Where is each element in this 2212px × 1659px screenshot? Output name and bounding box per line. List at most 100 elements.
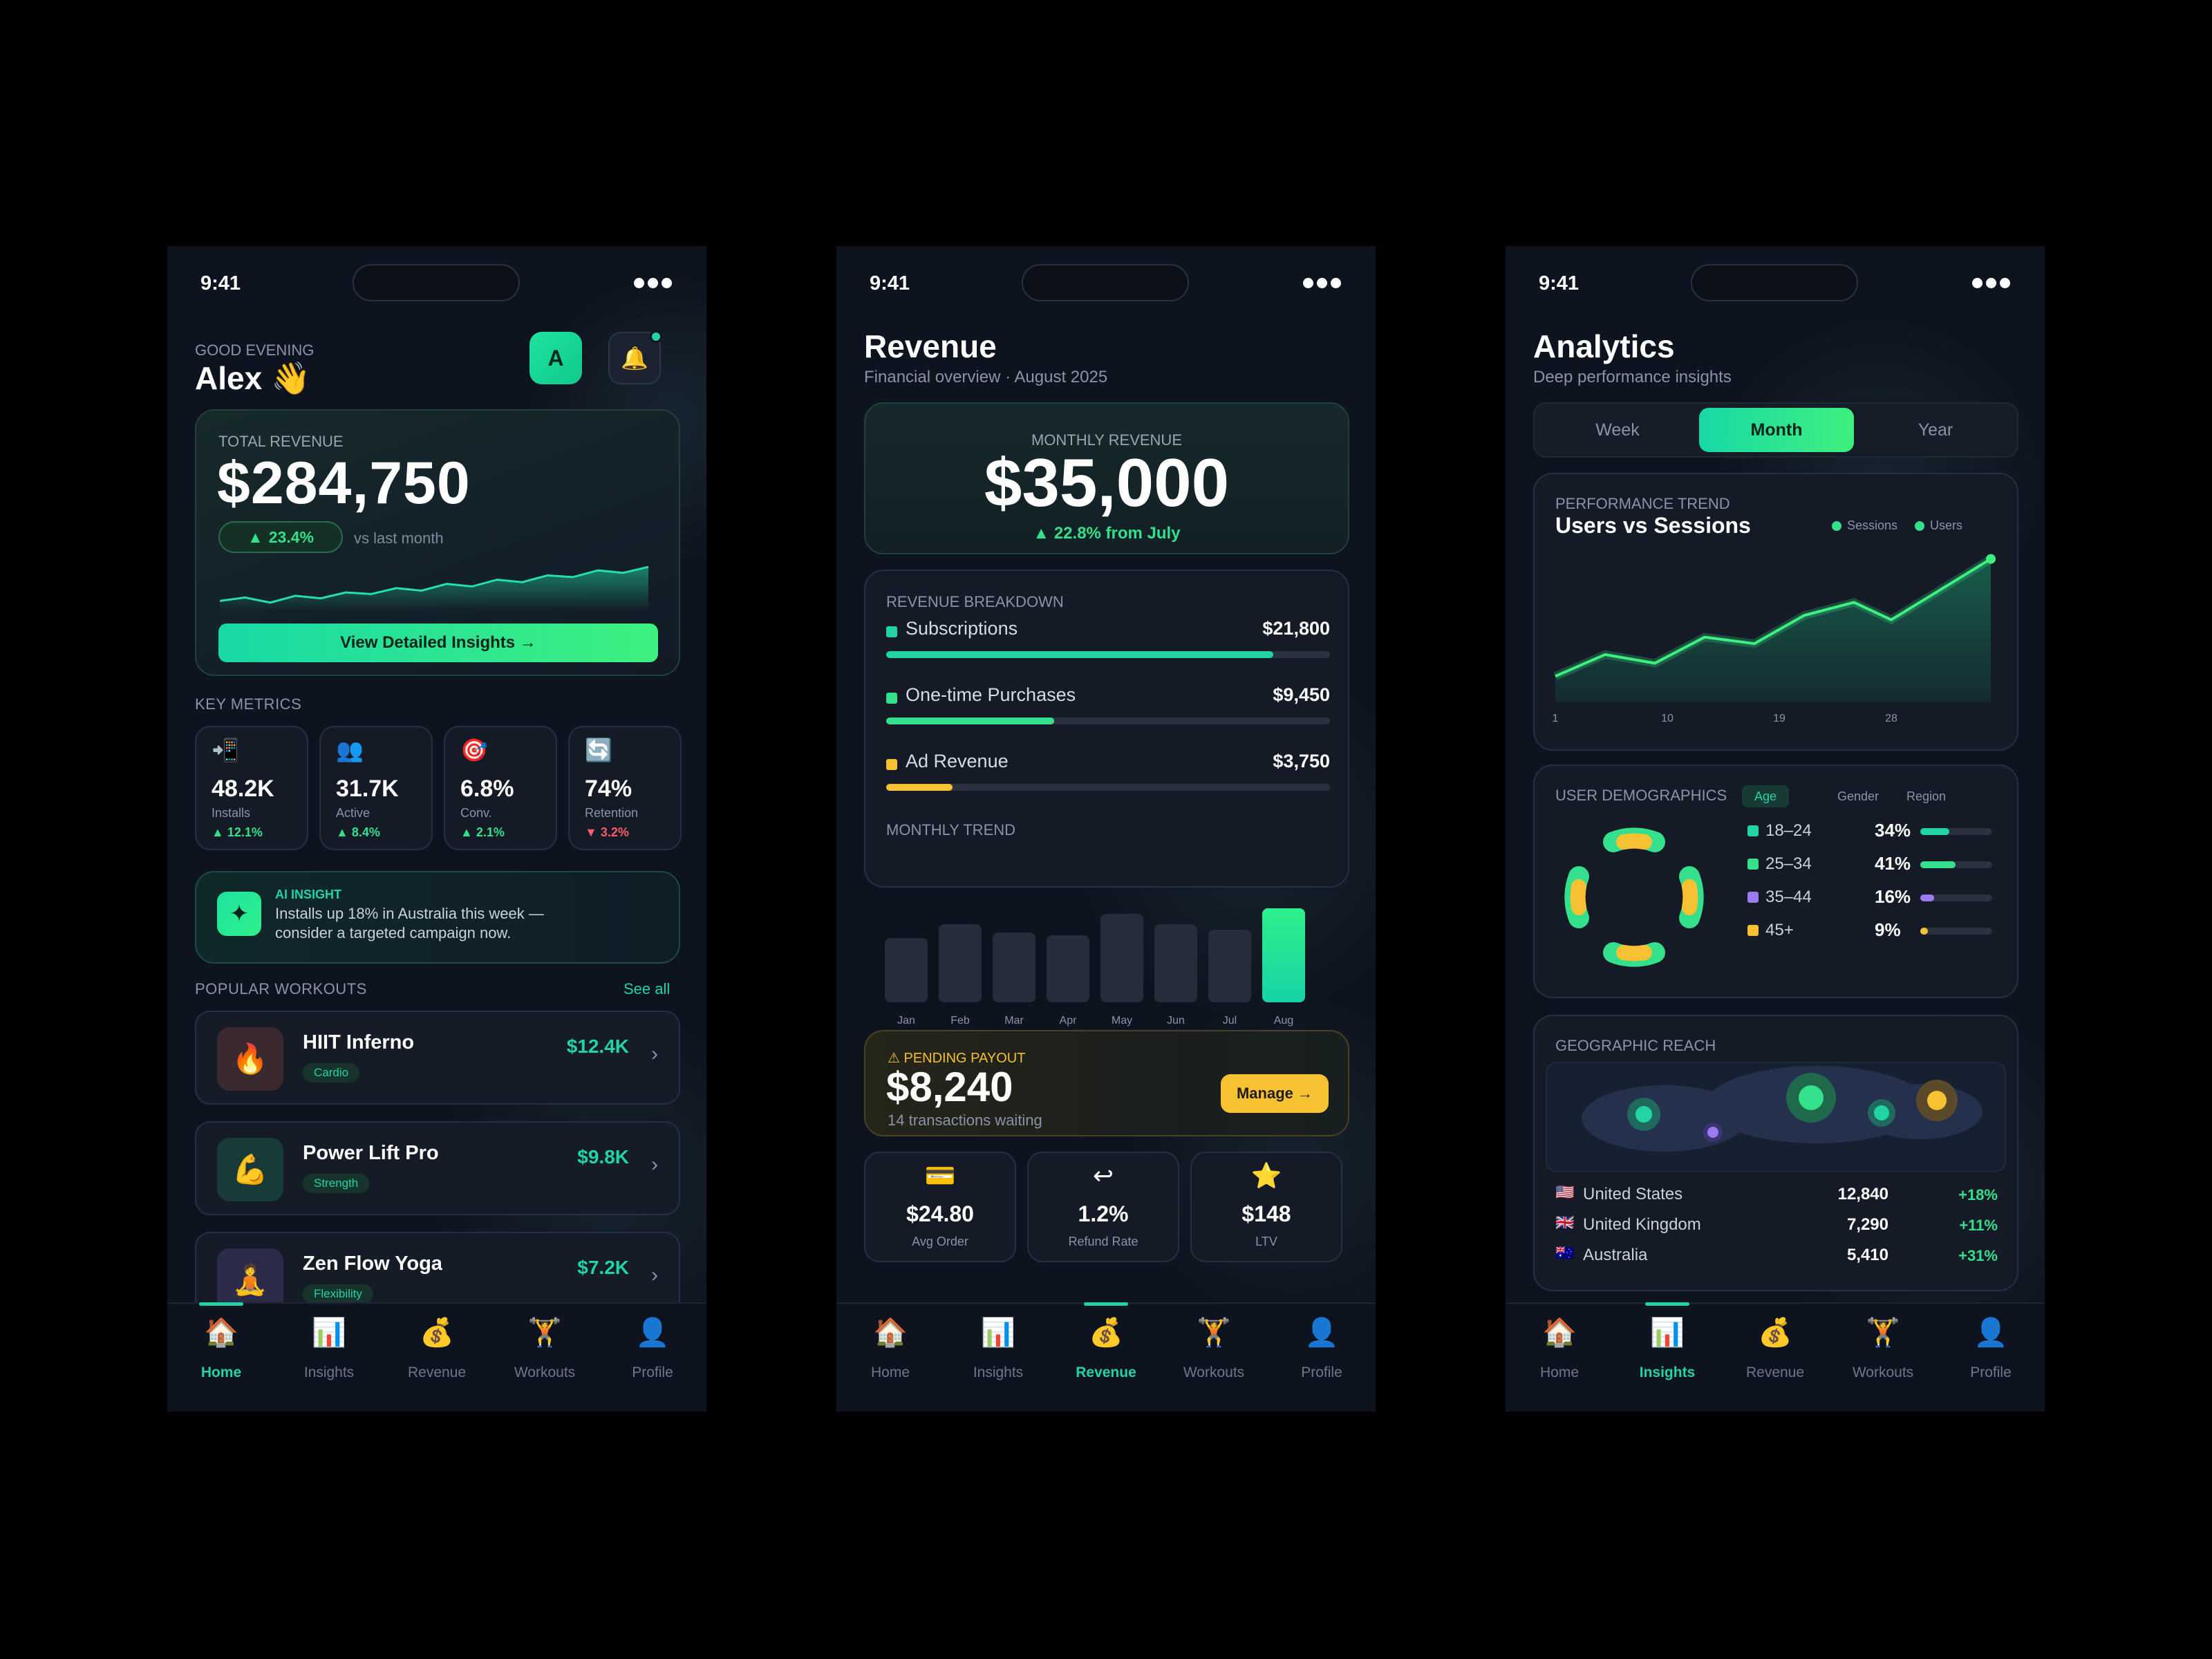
period-week[interactable]: Week [1540,408,1695,452]
avatar[interactable]: A [529,332,582,384]
demographic-row-35-44: 35–44 16% [1747,883,1996,911]
view-insights-button[interactable]: View Detailed Insights → [218,624,658,662]
tab-insights[interactable]: 📊 Insights [944,1304,1052,1412]
period-year[interactable]: Year [1858,408,2013,452]
tab-revenue[interactable]: 💰 Revenue [1721,1304,1829,1412]
geographic-reach-label: GEOGRAPHIC REACH [1555,1037,1716,1054]
trend-bar-label: Jul [1222,1015,1237,1027]
legend-swatch [1747,859,1759,870]
tab-workouts[interactable]: 🏋 Workouts [1160,1304,1268,1412]
performance-trend-label: PERFORMANCE TREND [1555,495,1730,512]
workout-item-power-lift-pro[interactable]: 💪 Power Lift Pro Strength $9.8K › [195,1121,680,1215]
legend-swatch [886,626,897,637]
home-screen: 9:41 GOOD EVENING Alex 👋 A 🔔 TOTAL REVEN… [167,246,706,1412]
see-all-link[interactable]: See all [624,980,670,998]
geo-country: Australia [1583,1246,1648,1264]
workout-item-hiit-inferno[interactable]: 🔥 HIIT Inferno Cardio $12.4K › [195,1011,680,1105]
geo-country: United States [1583,1185,1683,1203]
user-demographics-label: USER DEMOGRAPHICS [1555,787,1727,804]
total-revenue-value: $284,750 [217,450,471,516]
tab-insights[interactable]: 📊 Insights [1613,1302,1721,1412]
metric-delta: ▲ 12.1% [212,825,263,839]
metric-card-retention[interactable]: 🔄 74% Retention ▼ 3.2% [568,726,682,850]
chevron-right-icon: › [651,1264,658,1286]
stat-avg-order: 💳 $24.80 Avg Order [864,1152,1016,1262]
breakdown-track [886,784,1330,791]
period-month[interactable]: Month [1699,408,1854,452]
pending-payout-sub: 14 transactions waiting [888,1112,1042,1129]
metric-label: Active [336,806,371,820]
manage-button[interactable]: Manage → [1221,1074,1329,1113]
geo-row-united-states: 🇺🇸 United States 12,840 +18% [1555,1182,1998,1210]
trend-bar-jan [885,937,928,1002]
tab-label: Profile [1970,1365,2012,1380]
demographics-tab-age[interactable]: Age [1742,785,1790,807]
metric-value: 6.8% [460,776,514,802]
monthly-revenue-value: $35,000 [984,444,1230,521]
tab-revenue[interactable]: 💰 Revenue [1052,1302,1160,1412]
tab-label: Revenue [1076,1365,1136,1380]
dynamic-island [1022,264,1189,301]
ai-insight-card[interactable]: ✦ AI INSIGHT Installs up 18% in Australi… [195,871,680,964]
tab-home[interactable]: 🏠 Home [167,1302,275,1412]
demographics-tab-region[interactable]: Region [1894,785,1958,807]
tab-profile[interactable]: 👤 Profile [599,1304,706,1412]
trend-bar-mar [993,932,1035,1002]
trend-bar-label: Aug [1273,1015,1294,1027]
map-marker [1707,1127,1718,1138]
legend-dot [1915,521,1924,531]
demographic-fill [1920,928,1929,935]
notification-badge [650,330,662,343]
demographics-tab-gender[interactable]: Gender [1825,785,1891,807]
notifications-button[interactable]: 🔔 [608,330,662,384]
tab-label: Insights [1639,1365,1696,1380]
revenue-change-value: 23.4% [268,527,314,546]
tab-revenue[interactable]: 💰 Revenue [383,1304,491,1412]
demographic-row-25-34: 25–34 41% [1747,850,1996,878]
workout-tag: Strength [303,1174,370,1193]
tab-label: Workouts [514,1365,576,1380]
chart-icon: 📊 [981,1318,1015,1348]
phone-icon: 📲 [212,738,239,762]
page-subtitle: Deep performance insights [1533,368,1732,386]
tab-insights[interactable]: 📊 Insights [275,1304,383,1412]
muscle-icon: 💪 [217,1138,283,1201]
workout-name: Zen Flow Yoga [303,1253,442,1275]
metric-card-installs[interactable]: 📲 48.2K Installs ▲ 12.1% [195,726,308,850]
geo-change: +11% [1959,1217,1998,1234]
legend-swatch [1747,892,1759,903]
map-marker [1874,1105,1889,1121]
map-marker [1635,1106,1652,1123]
geo-country: United Kingdom [1583,1215,1701,1234]
metric-card-conversion[interactable]: 🎯 6.8% Conv. ▲ 2.1% [444,726,557,850]
x-tick-label: 28 [1885,713,1897,724]
metric-card-active[interactable]: 👥 31.7K Active ▲ 8.4% [319,726,433,850]
bell-icon: 🔔 [621,346,648,371]
dynamic-island [1691,264,1858,301]
legend-swatch [886,693,897,704]
tab-profile[interactable]: 👤 Profile [1268,1304,1376,1412]
tab-workouts[interactable]: 🏋 Workouts [491,1304,599,1412]
tab-label: Workouts [1852,1365,1914,1380]
tab-home[interactable]: 🏠 Home [836,1304,944,1412]
legend-sessions: Sessions [1832,518,1897,533]
tab-workouts[interactable]: 🏋 Workouts [1829,1304,1937,1412]
weightlifter-icon: 🏋 [527,1318,562,1348]
demographic-row-18-24: 18–24 34% [1747,817,1996,845]
trend-bar-label: Apr [1059,1015,1077,1027]
legend-swatch [1747,925,1759,936]
tab-profile[interactable]: 👤 Profile [1937,1304,2045,1412]
demographic-track [1920,928,1992,935]
credit-card-icon: 💳 [924,1161,956,1190]
trend-bar-jul [1208,930,1251,1002]
tab-home[interactable]: 🏠 Home [1506,1304,1613,1412]
popular-workouts-title: POPULAR WORKOUTS [195,980,367,997]
chevron-right-icon: › [651,1042,658,1065]
donut-segment [1682,879,1698,915]
x-tick-label: 1 [1553,713,1559,724]
revenue-sparkline [219,565,649,611]
weightlifter-icon: 🏋 [1866,1318,1900,1348]
home-icon: 🏠 [204,1318,238,1348]
demographic-name: 35–44 [1765,888,1812,906]
ai-insight-body: Installs up 18% in Australia this week —… [275,905,544,941]
